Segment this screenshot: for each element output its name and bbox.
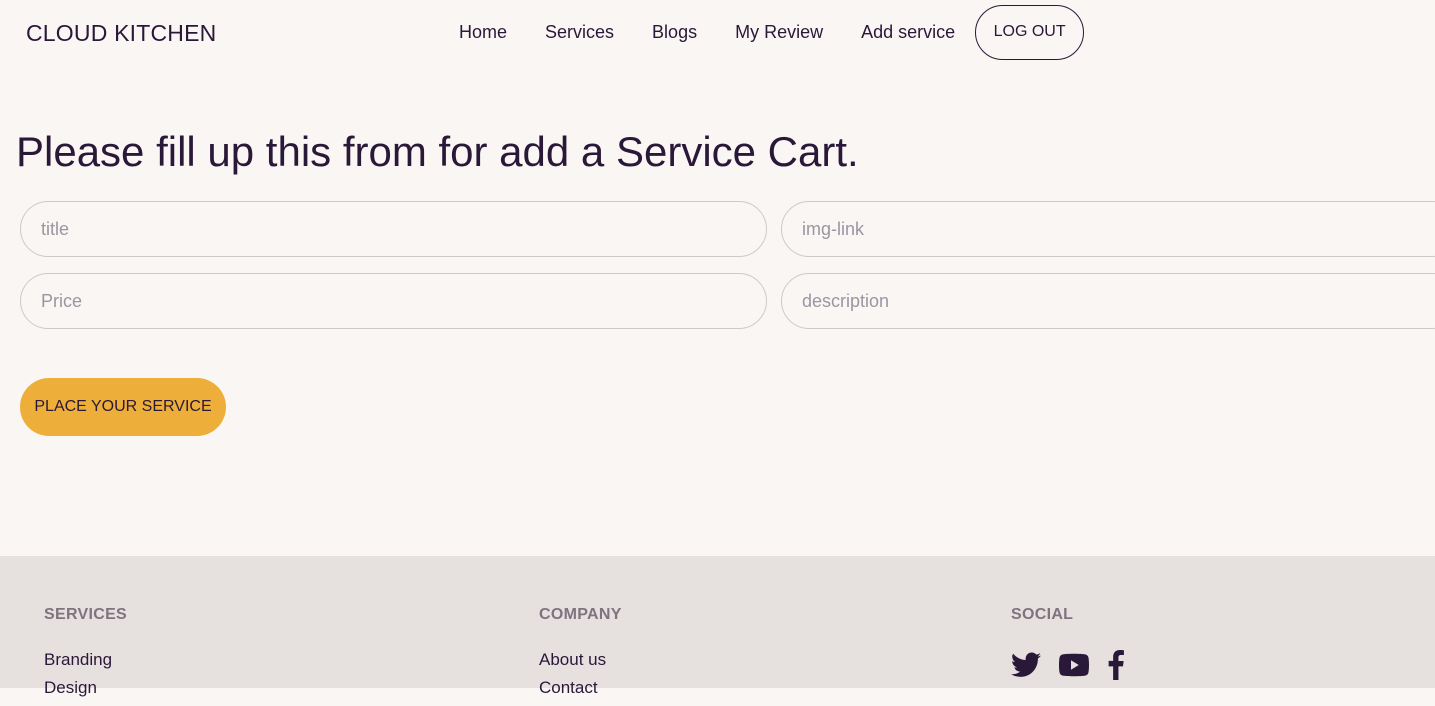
twitter-icon[interactable] [1011,652,1041,683]
brand-logo[interactable]: CLOUD KITCHEN [26,20,216,47]
nav-home[interactable]: Home [440,22,526,43]
footer-social-heading: SOCIAL [1011,606,1074,623]
footer: SERVICES Branding Design COMPANY About u… [0,556,1435,697]
nav-services[interactable]: Services [526,22,633,43]
footer-services-column: SERVICES Branding Design [44,606,127,706]
price-input[interactable] [20,273,767,329]
footer-services-heading: SERVICES [44,606,128,623]
footer-company-heading: COMPANY [539,606,622,623]
img-link-input[interactable] [781,201,1435,257]
facebook-icon[interactable] [1107,650,1125,685]
nav-links: Home Services Blogs My Review Add servic… [440,4,1085,60]
nav-my-review[interactable]: My Review [716,22,842,43]
nav-blogs[interactable]: Blogs [633,22,716,43]
footer-company-column: COMPANY About us Contact [539,606,622,706]
place-service-button[interactable]: PLACE YOUR SERVICE [20,378,226,436]
footer-link-design[interactable]: Design [44,678,127,698]
social-icons [1011,650,1125,685]
youtube-icon[interactable] [1059,653,1089,682]
footer-link-contact[interactable]: Contact [539,678,622,698]
footer-link-branding[interactable]: Branding [44,650,127,670]
footer-link-about-us[interactable]: About us [539,650,622,670]
logout-button[interactable]: LOG OUT [975,4,1085,60]
navbar: CLOUD KITCHEN Home Services Blogs My Rev… [0,0,1435,66]
footer-social-column: SOCIAL [1011,606,1125,685]
form-heading: Please fill up this from for add a Servi… [16,128,859,175]
description-input[interactable] [781,273,1435,329]
nav-add-service[interactable]: Add service [842,22,974,43]
title-input[interactable] [20,201,767,257]
